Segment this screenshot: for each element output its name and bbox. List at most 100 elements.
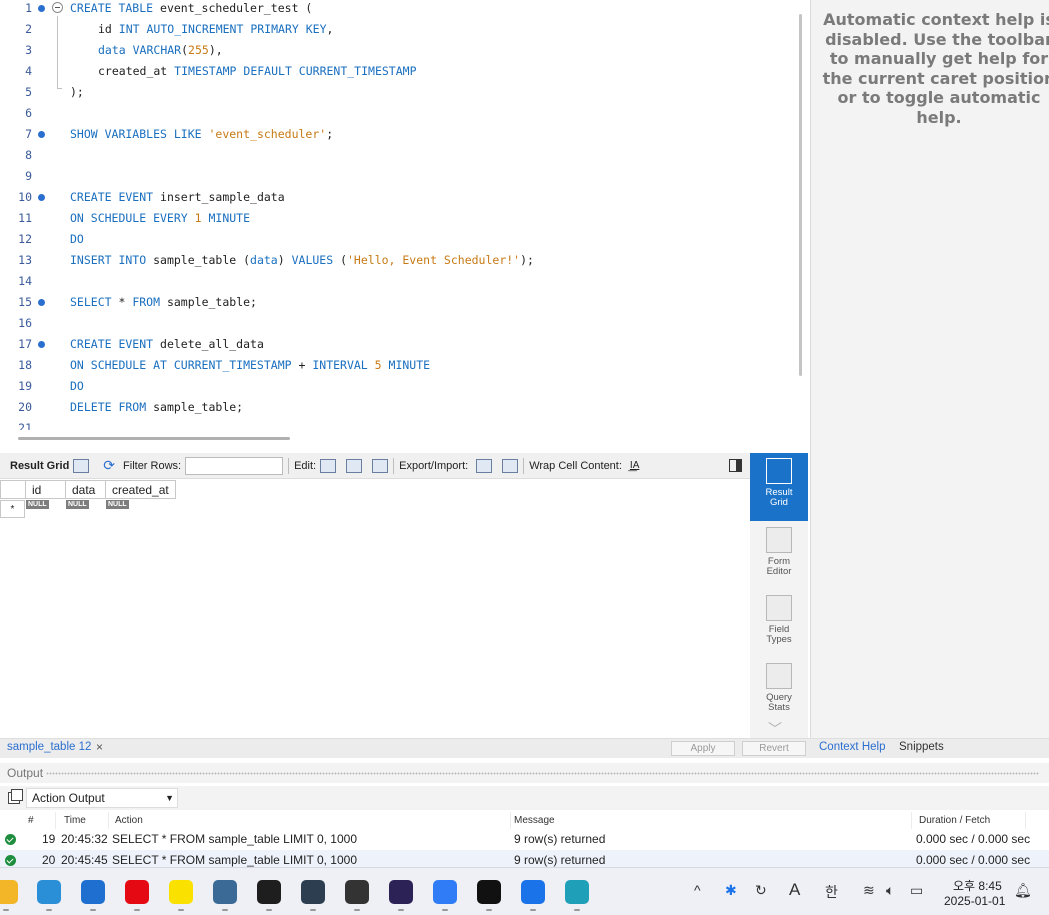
code-text: ON SCHEDULE EVERY 1 MINUTE — [70, 208, 250, 229]
export-icon[interactable] — [476, 458, 493, 473]
code-line[interactable]: 18 ON SCHEDULE AT CURRENT_TIMESTAMP + INT… — [0, 355, 792, 376]
code-text: ON SCHEDULE AT CURRENT_TIMESTAMP + INTER… — [70, 355, 430, 376]
code-line[interactable]: 9 — [0, 166, 792, 187]
wifi-icon[interactable]: ≋ — [863, 882, 875, 899]
edge-icon[interactable] — [565, 880, 589, 904]
code-line[interactable]: 4 created_at TIMESTAMP DEFAULT CURRENT_TI… — [0, 61, 792, 82]
clock-date[interactable]: 2025-01-01 — [944, 894, 1005, 908]
app-store-icon[interactable] — [433, 880, 457, 904]
browser-icon[interactable] — [37, 880, 61, 904]
running-indicator — [354, 909, 360, 911]
code-line[interactable]: 10 CREATE EVENT insert_sample_data — [0, 187, 792, 208]
edit-row-icon[interactable] — [320, 458, 337, 473]
delete-row-icon[interactable] — [372, 458, 389, 473]
form-editor-view-button[interactable]: Form Editor — [750, 527, 808, 577]
code-token: INT AUTO_INCREMENT PRIMARY KEY — [118, 22, 327, 36]
ime-english-indicator[interactable]: A — [789, 880, 800, 900]
show-hidden-icons-button[interactable]: ^ — [694, 882, 701, 898]
refresh-icon[interactable]: ⟳ — [103, 457, 115, 474]
toggle-side-panel-icon[interactable] — [729, 459, 742, 472]
code-token: INSERT INTO — [70, 253, 147, 267]
null-cell-id[interactable]: NULL — [26, 500, 49, 509]
output-type-select[interactable]: Action Output ▼ — [26, 788, 178, 808]
query-stats-view-button[interactable]: Query Stats — [750, 663, 808, 713]
sync-icon[interactable]: ↻ — [755, 882, 767, 899]
code-line[interactable]: 5); — [0, 82, 792, 103]
grid-layout-icon[interactable] — [73, 458, 90, 473]
bluetooth-icon[interactable]: ✱ — [725, 882, 737, 899]
code-text: CREATE EVENT insert_sample_data — [70, 187, 285, 208]
import-icon[interactable] — [502, 458, 519, 473]
notification-bell-icon[interactable]: 🔔︎ — [1014, 882, 1032, 899]
sql-editor[interactable]: 1 CREATE TABLE event_scheduler_test (2 id … — [0, 0, 792, 430]
result-view-switcher: Result Grid Form Editor Field Types Quer… — [750, 453, 808, 738]
copy-icon[interactable] — [8, 789, 23, 804]
clock-time[interactable]: 오후 8:45 — [953, 877, 1002, 894]
code-text: DO — [70, 229, 84, 250]
column-header-created-at[interactable]: created_at — [105, 480, 176, 499]
null-cell-data[interactable]: NULL — [66, 500, 89, 509]
fold-toggle-icon[interactable] — [52, 2, 63, 13]
code-text: CREATE EVENT delete_all_data — [70, 334, 264, 355]
code-line[interactable]: 6 — [0, 103, 792, 124]
code-line[interactable]: 14 — [0, 271, 792, 292]
field-types-view-button[interactable]: Field Types — [750, 595, 808, 645]
circle-app-icon[interactable] — [301, 880, 325, 904]
code-line[interactable]: 21 — [0, 418, 792, 430]
wrap-cell-icon[interactable]: I͟A — [630, 460, 639, 471]
code-line[interactable]: 19 DO — [0, 376, 792, 397]
column-header-data[interactable]: data — [65, 480, 106, 499]
ime-hangul-indicator[interactable]: 한 — [825, 882, 838, 902]
tab-context-help[interactable]: Context Help — [819, 741, 885, 753]
close-icon[interactable]: × — [96, 740, 103, 754]
tab-snippets[interactable]: Snippets — [899, 741, 944, 753]
capture-tool-icon[interactable] — [345, 880, 369, 904]
code-line[interactable]: 17 CREATE EVENT delete_all_data — [0, 334, 792, 355]
code-text: id INT AUTO_INCREMENT PRIMARY KEY, — [70, 19, 333, 40]
file-explorer-icon[interactable] — [0, 880, 18, 904]
code-token: 1 — [194, 211, 202, 225]
code-line[interactable]: 11 ON SCHEDULE EVERY 1 MINUTE — [0, 208, 792, 229]
output-resize-handle[interactable] — [46, 772, 1039, 775]
code-line[interactable]: 13 INSERT INTO sample_table (data) VALUES… — [0, 250, 792, 271]
null-cell-created-at[interactable]: NULL — [106, 500, 129, 509]
insert-row-icon[interactable] — [346, 458, 363, 473]
result-grid[interactable]: id data created_at * NULL NULL NULL — [0, 480, 750, 738]
code-token: CREATE EVENT — [70, 337, 154, 351]
editor-horizontal-scrollbar[interactable] — [18, 437, 290, 440]
result-grid-view-button[interactable]: Result Grid — [750, 453, 808, 521]
code-line[interactable]: 3 data VARCHAR(255), — [0, 40, 792, 61]
apply-button[interactable]: Apply — [671, 741, 735, 756]
code-line[interactable]: 2 id INT AUTO_INCREMENT PRIMARY KEY, — [0, 19, 792, 40]
mysql-workbench-icon[interactable] — [213, 880, 237, 904]
code-line[interactable]: 12 DO — [0, 229, 792, 250]
code-token: ); — [70, 85, 84, 99]
output-table: # Time Action Message Duration / Fetch 1… — [0, 812, 1049, 871]
volume-icon[interactable]: 🔈︎ — [886, 882, 894, 899]
code-line[interactable]: 20 DELETE FROM sample_table; — [0, 397, 792, 418]
app-window-icon[interactable] — [81, 880, 105, 904]
revert-button[interactable]: Revert — [742, 741, 806, 756]
code-line[interactable]: 16 — [0, 313, 792, 334]
netflix-icon[interactable] — [125, 880, 149, 904]
kakaotalk-icon[interactable] — [169, 880, 193, 904]
eclipse-icon[interactable] — [389, 880, 413, 904]
battery-icon[interactable]: ▭ — [910, 882, 923, 899]
chevron-down-icon[interactable]: ﹀ — [768, 719, 782, 739]
code-line[interactable]: 15 SELECT * FROM sample_table; — [0, 292, 792, 313]
code-line[interactable]: 7 SHOW VARIABLES LIKE 'event_scheduler'; — [0, 124, 792, 145]
column-header-id[interactable]: id — [25, 480, 66, 499]
output-row[interactable]: 19 20:45:32 SELECT * FROM sample_table L… — [0, 829, 1049, 850]
line-number: 14 — [18, 274, 32, 288]
webstorm-icon[interactable] — [477, 880, 501, 904]
maps-icon[interactable] — [521, 880, 545, 904]
tab-result-sample-table[interactable]: sample_table 12 — [7, 741, 91, 753]
editor-vertical-scrollbar[interactable] — [799, 14, 802, 376]
code-token: VALUES — [291, 253, 334, 267]
figma-icon[interactable] — [257, 880, 281, 904]
filter-rows-input[interactable] — [185, 456, 284, 475]
code-token: created_at — [98, 64, 175, 78]
code-token: ); — [520, 253, 534, 267]
code-line[interactable]: 8 — [0, 145, 792, 166]
code-line[interactable]: 1 CREATE TABLE event_scheduler_test ( — [0, 0, 792, 19]
